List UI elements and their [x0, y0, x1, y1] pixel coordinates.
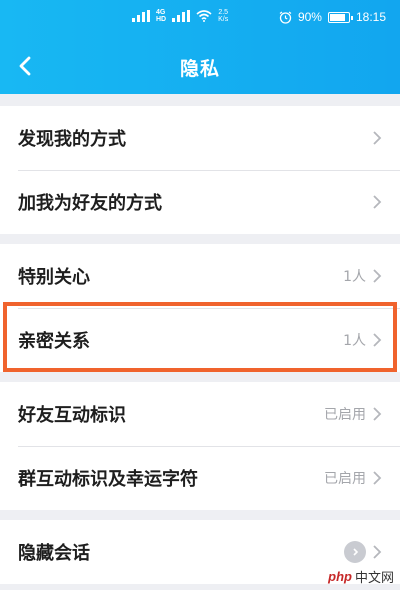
settings-group-relations: 特别关心 1人 亲密关系 1人	[0, 244, 400, 372]
status-time: 18:15	[355, 10, 386, 24]
signal-icon-2	[172, 10, 191, 22]
list-item-discover-me[interactable]: 发现我的方式	[0, 106, 400, 170]
chevron-right-icon	[373, 131, 382, 145]
list-item-value: 已启用	[324, 407, 366, 423]
chevron-right-icon	[373, 471, 382, 485]
chevron-right-icon	[373, 407, 382, 421]
chevron-right-icon	[373, 545, 382, 559]
settings-group-interaction: 好友互动标识 已启用 群互动标识及幸运字符 已启用	[0, 382, 400, 510]
list-item-group-interaction[interactable]: 群互动标识及幸运字符 已启用	[0, 446, 400, 510]
header: 4G HD 2.5 K/s 90% 18:15 隐私	[0, 0, 400, 94]
network-speed: 2.5 K/s	[218, 9, 229, 23]
watermark-logo: php	[328, 569, 352, 584]
list-item-friend-interaction[interactable]: 好友互动标识 已启用	[0, 382, 400, 446]
chevron-right-icon	[373, 195, 382, 209]
list-item-label: 隐藏会话	[18, 543, 90, 564]
settings-group-discovery: 发现我的方式 加我为好友的方式	[0, 106, 400, 234]
list-item-value: 已启用	[324, 471, 366, 487]
list-item-value: 1人	[343, 269, 366, 285]
watermark: php 中文网	[328, 567, 394, 586]
list-item-intimate-relation[interactable]: 亲密关系 1人	[0, 308, 400, 372]
hd-icon: 4G HD	[156, 9, 167, 23]
list-item-label: 亲密关系	[18, 331, 90, 352]
signal-icon	[132, 10, 150, 22]
list-item-label: 加我为好友的方式	[18, 193, 162, 214]
list-item-label: 发现我的方式	[18, 129, 126, 150]
status-right: 90% 18:15	[279, 10, 386, 24]
info-icon	[344, 541, 366, 563]
chevron-right-icon	[373, 333, 382, 347]
nav-bar: 隐私	[0, 44, 400, 88]
list-item-add-me[interactable]: 加我为好友的方式	[0, 170, 400, 234]
list-item-special-care[interactable]: 特别关心 1人	[0, 244, 400, 308]
battery-percent: 90%	[297, 10, 322, 24]
chevron-right-icon	[373, 269, 382, 283]
battery-icon	[327, 11, 353, 23]
list-item-label: 好友互动标识	[18, 405, 126, 426]
status-left: 4G HD 2.5 K/s	[132, 9, 228, 23]
watermark-text: 中文网	[354, 570, 394, 585]
list-item-label: 群互动标识及幸运字符	[18, 469, 198, 490]
status-bar: 4G HD 2.5 K/s 90% 18:15	[0, 0, 400, 36]
page-title: 隐私	[179, 58, 220, 80]
wifi-icon	[196, 10, 212, 22]
list-item-label: 特别关心	[18, 267, 90, 288]
alarm-icon	[279, 11, 292, 24]
list-item-value: 1人	[343, 333, 366, 349]
